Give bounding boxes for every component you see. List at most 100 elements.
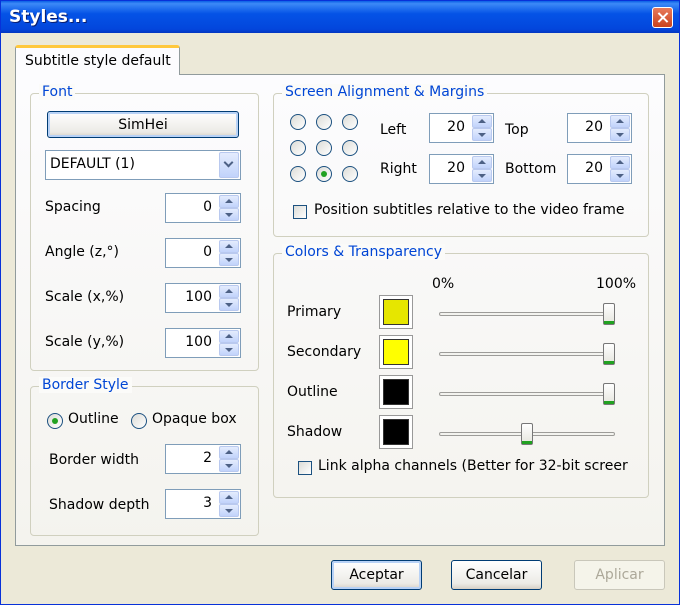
border-width-label: Border width [49,452,139,468]
secondary-alpha-thumb[interactable] [603,343,615,365]
tab-panel: Font SimHei DEFAULT (1) Spacing 0 Angle … [15,74,665,546]
scale-x-label: Scale (x,%) [45,289,125,305]
apply-button[interactable]: Aplicar [574,560,665,590]
outline-color-swatch[interactable] [379,375,413,409]
secondary-color-swatch[interactable] [379,335,413,369]
spin-down-icon[interactable] [219,504,239,517]
tab-label: Subtitle style default [25,53,171,69]
spacing-value: 0 [203,199,212,215]
link-alpha-label[interactable]: Link alpha channels (Better for 32-bit s… [318,458,628,474]
primary-color-label: Primary [287,304,342,320]
close-icon[interactable] [652,7,673,28]
shadow-color-fill [383,419,409,445]
secondary-color-fill [383,339,409,365]
right-margin-stepper[interactable]: 20 [429,154,494,184]
align-bottom-center-radio[interactable] [316,166,332,182]
spin-up-icon[interactable] [219,330,239,343]
primary-alpha-slider[interactable] [439,312,615,316]
outline-alpha-thumb[interactable] [603,383,615,405]
outline-color-fill [383,379,409,405]
align-top-right-radio[interactable] [342,114,358,130]
left-margin-value: 20 [447,119,465,135]
font-group: Font SimHei DEFAULT (1) Spacing 0 Angle … [30,84,259,371]
cancel-button[interactable]: Cancelar [451,560,542,590]
scale-y-stepper[interactable]: 100 [165,328,241,358]
bottom-margin-label: Bottom [505,161,557,177]
spin-down-icon[interactable] [219,459,239,472]
shadow-alpha-thumb[interactable] [521,423,533,445]
spin-up-icon[interactable] [610,156,630,169]
scale-x-value: 100 [185,289,212,305]
relative-position-checkbox[interactable] [293,205,307,219]
spin-down-icon[interactable] [610,128,630,141]
align-middle-center-radio[interactable] [316,140,332,156]
primary-color-swatch[interactable] [379,295,413,329]
alpha-scale-max: 100% [596,276,637,292]
spin-up-icon[interactable] [472,156,492,169]
angle-stepper[interactable]: 0 [165,238,241,268]
window-title: Styles... [9,7,88,27]
shadow-color-swatch[interactable] [379,415,413,449]
spin-up-icon[interactable] [610,115,630,128]
font-group-title: Font [39,84,76,100]
secondary-alpha-slider[interactable] [439,352,615,356]
spin-down-icon[interactable] [472,128,492,141]
spacing-stepper[interactable]: 0 [165,193,241,223]
spin-up-icon[interactable] [219,285,239,298]
opaque-box-radio-label[interactable]: Opaque box [152,411,237,427]
border-width-stepper[interactable]: 2 [165,444,241,474]
spin-up-icon[interactable] [219,446,239,459]
outline-radio-label[interactable]: Outline [68,411,119,427]
shadow-depth-value: 3 [203,495,212,511]
chevron-down-icon[interactable] [219,152,239,178]
charset-select[interactable]: DEFAULT (1) [45,150,241,180]
top-margin-value: 20 [585,119,603,135]
border-group-title: Border Style [39,377,132,393]
colors-group: Colors & Transparency 0% 100% Primary Se… [273,244,649,498]
align-top-center-radio[interactable] [316,114,332,130]
outline-alpha-slider[interactable] [439,392,615,396]
font-select-button[interactable]: SimHei [47,111,239,138]
relative-position-label[interactable]: Position subtitles relative to the video… [314,202,625,218]
angle-value: 0 [203,244,212,260]
spin-down-icon[interactable] [219,253,239,266]
align-middle-left-radio[interactable] [290,140,306,156]
secondary-color-label: Secondary [287,344,362,360]
align-bottom-left-radio[interactable] [290,166,306,182]
scale-x-stepper[interactable]: 100 [165,283,241,313]
primary-alpha-thumb[interactable] [603,303,615,325]
align-top-left-radio[interactable] [290,114,306,130]
spin-up-icon[interactable] [472,115,492,128]
outline-radio[interactable] [47,413,63,429]
align-middle-right-radio[interactable] [342,140,358,156]
bottom-margin-value: 20 [585,160,603,176]
shadow-depth-stepper[interactable]: 3 [165,489,241,519]
left-margin-stepper[interactable]: 20 [429,113,494,143]
tab-subtitle-style[interactable]: Subtitle style default [15,45,180,75]
opaque-box-radio[interactable] [131,413,147,429]
spin-up-icon[interactable] [219,195,239,208]
ok-button[interactable]: Aceptar [331,560,422,590]
top-margin-stepper[interactable]: 20 [567,113,632,143]
link-alpha-checkbox[interactable] [298,461,312,475]
spin-down-icon[interactable] [219,298,239,311]
left-margin-label: Left [380,122,407,138]
alignment-group-title: Screen Alignment & Margins [282,84,488,100]
shadow-color-label: Shadow [287,424,343,440]
border-style-group: Border Style Outline Opaque box Border w… [30,377,259,536]
bottom-margin-stepper[interactable]: 20 [567,154,632,184]
spin-up-icon[interactable] [219,240,239,253]
colors-group-title: Colors & Transparency [282,244,446,260]
right-margin-label: Right [380,161,417,177]
spin-down-icon[interactable] [610,169,630,182]
alpha-scale-min: 0% [432,276,455,292]
align-bottom-right-radio[interactable] [342,166,358,182]
spin-down-icon[interactable] [219,343,239,356]
spin-down-icon[interactable] [219,208,239,221]
spin-down-icon[interactable] [472,169,492,182]
title-bar[interactable]: Styles... [1,1,679,33]
primary-color-fill [383,299,409,325]
scale-y-label: Scale (y,%) [45,334,125,350]
spin-up-icon[interactable] [219,491,239,504]
spacing-label: Spacing [45,199,101,215]
